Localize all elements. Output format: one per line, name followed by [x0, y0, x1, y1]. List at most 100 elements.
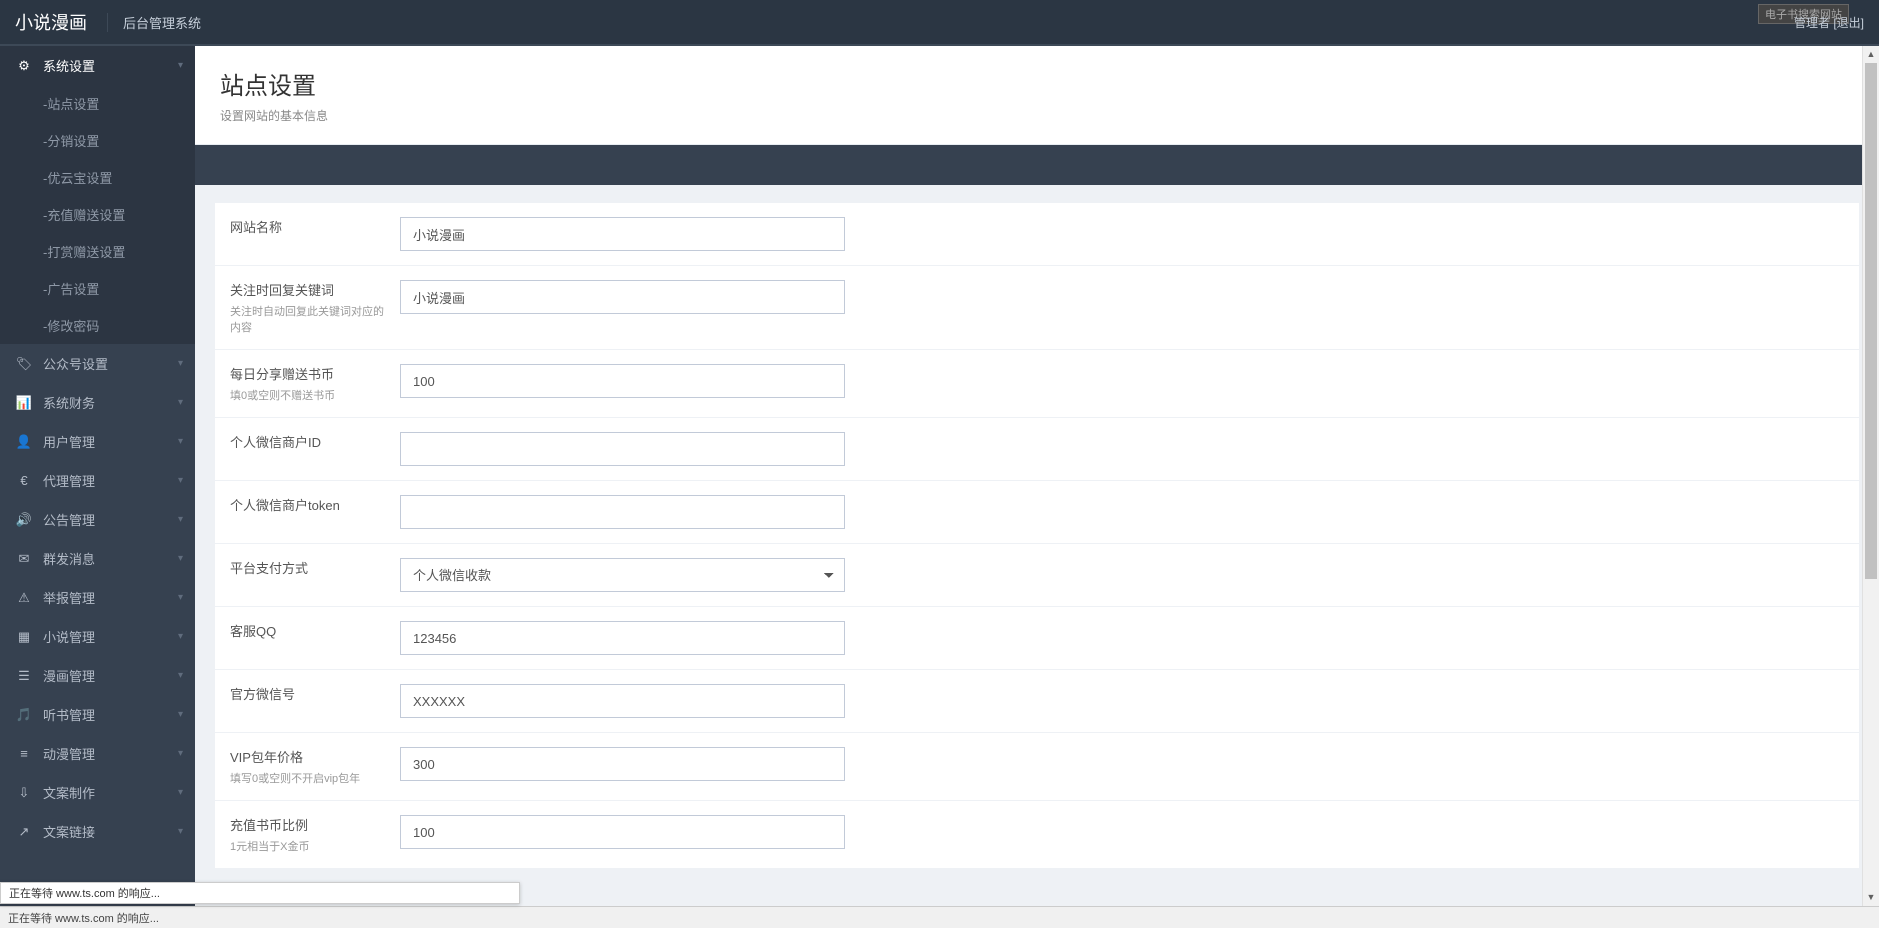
page-title: 站点设置	[220, 66, 1854, 101]
submenu-item-3[interactable]: -充值赠送设置	[0, 196, 195, 233]
sidebar-icon: ⚠	[15, 590, 33, 606]
chevron-down-icon: ▾	[178, 748, 183, 759]
user-label: 管理者	[1794, 16, 1830, 30]
sidebar-item-label: 动漫管理	[43, 744, 95, 763]
sidebar-item-label: 漫画管理	[43, 666, 95, 685]
sidebar-item-12[interactable]: ⇩文案制作▾	[0, 773, 195, 812]
form-label: VIP包年价格填写0或空则不开启vip包年	[215, 747, 400, 786]
sidebar-item-2[interactable]: 📊系统财务▾	[0, 383, 195, 422]
label-main: 网站名称	[230, 217, 390, 236]
sidebar-item-3[interactable]: 👤用户管理▾	[0, 422, 195, 461]
submenu-item-1[interactable]: -分销设置	[0, 122, 195, 159]
input-9[interactable]	[400, 815, 845, 849]
form-control-wrap	[400, 684, 860, 718]
submenu-item-0[interactable]: -站点设置	[0, 85, 195, 122]
form-row-4: 个人微信商户token	[215, 481, 1859, 544]
scroll-thumb[interactable]	[1865, 63, 1877, 579]
form-control-wrap	[400, 364, 860, 403]
scroll-up-icon[interactable]: ▲	[1863, 46, 1879, 63]
label-main: 平台支付方式	[230, 558, 390, 577]
input-5[interactable]: 个人微信收款	[400, 558, 845, 592]
input-8[interactable]	[400, 747, 845, 781]
status-bubble: 正在等待 www.ts.com 的响应...	[0, 882, 520, 904]
form-label: 充值书币比例 1元相当于X金币	[215, 815, 400, 854]
label-main: 官方微信号	[230, 684, 390, 703]
input-1[interactable]	[400, 280, 845, 314]
chevron-down-icon: ▾	[178, 592, 183, 603]
submenu-item-2[interactable]: -优云宝设置	[0, 159, 195, 196]
chevron-down-icon: ▾	[178, 60, 183, 71]
form-label: 关注时回复关键词关注时自动回复此关键词对应的内容	[215, 280, 400, 335]
sidebar-icon: ↗	[15, 824, 33, 840]
sidebar-item-label: 小说管理	[43, 627, 95, 646]
sidebar-item-label: 系统设置	[43, 56, 95, 75]
submenu: -站点设置-分销设置-优云宝设置-充值赠送设置-打赏赠送设置-广告设置-修改密码	[0, 85, 195, 344]
form-row-5: 平台支付方式个人微信收款	[215, 544, 1859, 607]
label-sub: 1元相当于X金币	[230, 838, 390, 854]
form-row-1: 关注时回复关键词关注时自动回复此关键词对应的内容	[215, 266, 1859, 350]
sidebar-icon: 🔊	[15, 512, 33, 528]
sidebar-icon: 📊	[15, 395, 33, 411]
form-row-8: VIP包年价格填写0或空则不开启vip包年	[215, 733, 1859, 801]
chevron-down-icon: ▾	[178, 358, 183, 369]
input-6[interactable]	[400, 621, 845, 655]
sidebar-item-label: 听书管理	[43, 705, 95, 724]
sidebar-item-label: 用户管理	[43, 432, 95, 451]
sidebar-icon: ⇩	[15, 785, 33, 801]
form-row-9: 充值书币比例 1元相当于X金币	[215, 801, 1859, 869]
chevron-down-icon: ▾	[178, 514, 183, 525]
browser-statusbar: 正在等待 www.ts.com 的响应...	[0, 906, 1879, 928]
brand-title: 小说漫画	[15, 9, 87, 35]
submenu-item-6[interactable]: -修改密码	[0, 307, 195, 344]
form-label: 个人微信商户ID	[215, 432, 400, 466]
sidebar-item-1[interactable]: 🏷公众号设置▾	[0, 344, 195, 383]
label-main: VIP包年价格	[230, 747, 390, 766]
form-control-wrap: 个人微信收款	[400, 558, 860, 592]
form-control-wrap	[400, 747, 860, 786]
label-sub: 填0或空则不赠送书币	[230, 387, 390, 403]
sidebar-item-0[interactable]: ⚙系统设置▾	[0, 46, 195, 85]
scroll-down-icon[interactable]: ▼	[1863, 889, 1879, 906]
sidebar-item-6[interactable]: ✉群发消息▾	[0, 539, 195, 578]
sidebar-item-5[interactable]: 🔊公告管理▾	[0, 500, 195, 539]
logout-link[interactable]: [退出]	[1833, 16, 1864, 30]
sidebar-item-7[interactable]: ⚠举报管理▾	[0, 578, 195, 617]
input-0[interactable]	[400, 217, 845, 251]
chevron-down-icon: ▾	[178, 553, 183, 564]
sidebar-item-11[interactable]: ≡动漫管理▾	[0, 734, 195, 773]
label-sub: 填写0或空则不开启vip包年	[230, 770, 390, 786]
page-header: 站点设置 设置网站的基本信息	[195, 46, 1879, 145]
input-7[interactable]	[400, 684, 845, 718]
form-label: 网站名称	[215, 217, 400, 251]
form-row-3: 个人微信商户ID	[215, 418, 1859, 481]
sidebar-item-8[interactable]: ▦小说管理▾	[0, 617, 195, 656]
form-label: 客服QQ	[215, 621, 400, 655]
scrollbar[interactable]: ▲ ▼	[1862, 46, 1879, 906]
sidebar-item-label: 代理管理	[43, 471, 95, 490]
form-control-wrap	[400, 495, 860, 529]
settings-form: 网站名称关注时回复关键词关注时自动回复此关键词对应的内容每日分享赠送书币填0或空…	[215, 203, 1859, 869]
input-3[interactable]	[400, 432, 845, 466]
sidebar-item-4[interactable]: € 代理管理 ▾	[0, 461, 195, 500]
label-main: 关注时回复关键词	[230, 280, 390, 299]
sidebar-icon: €	[15, 473, 33, 488]
sidebar-item-label: 文案制作	[43, 783, 95, 802]
label-main: 充值书币比例	[230, 815, 390, 834]
sidebar-item-10[interactable]: 🎵听书管理▾	[0, 695, 195, 734]
form-label: 个人微信商户token	[215, 495, 400, 529]
submenu-item-5[interactable]: -广告设置	[0, 270, 195, 307]
sidebar-item-label: 文案链接	[43, 822, 95, 841]
form-control-wrap	[400, 621, 860, 655]
submenu-item-4[interactable]: -打赏赠送设置	[0, 233, 195, 270]
sidebar-item-13[interactable]: ↗文案链接▾	[0, 812, 195, 851]
sidebar-icon: 👤	[15, 434, 33, 450]
sidebar-item-9[interactable]: ☰漫画管理▾	[0, 656, 195, 695]
chevron-down-icon: ▾	[178, 475, 183, 486]
input-2[interactable]	[400, 364, 845, 398]
input-4[interactable]	[400, 495, 845, 529]
sidebar-icon: 🏷	[15, 356, 33, 372]
topbar: 小说漫画 后台管理系统 电子书搜索网站 管理者 [退出]	[0, 0, 1879, 46]
form-row-6: 客服QQ	[215, 607, 1859, 670]
page-description: 设置网站的基本信息	[220, 107, 1854, 124]
form-label: 平台支付方式	[215, 558, 400, 592]
